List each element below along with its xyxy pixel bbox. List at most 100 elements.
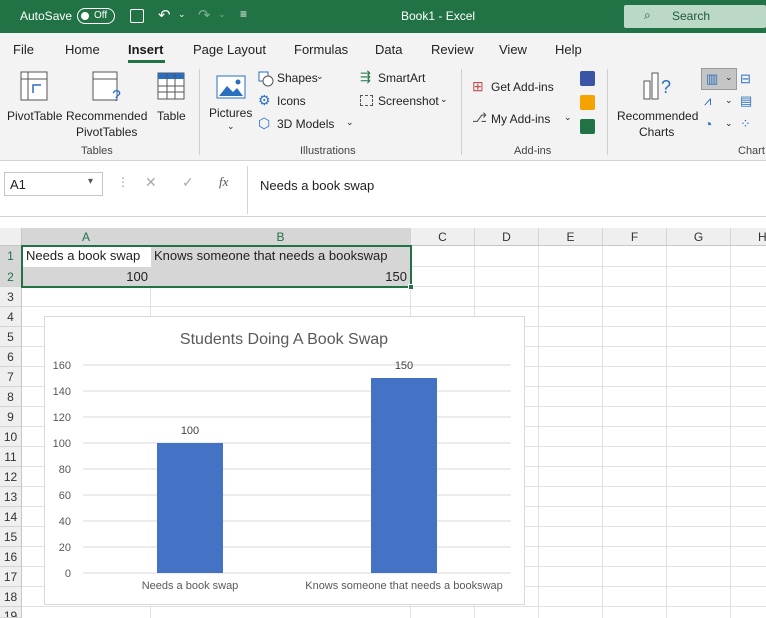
insert-function-icon[interactable]: fx [219, 174, 228, 190]
bing-icon[interactable] [580, 95, 595, 110]
recommended-pivottables-label-1: Recommended [66, 109, 148, 123]
y-tick-label: 0 [65, 568, 71, 580]
tab-data[interactable]: Data [375, 42, 402, 57]
recommended-pivottables-icon: ? [92, 71, 121, 103]
row-header-17[interactable]: 17 [0, 567, 22, 587]
name-box-value: A1 [10, 177, 26, 192]
tab-insert[interactable]: Insert [128, 42, 163, 57]
pie-chart-icon[interactable]: ◔ [704, 116, 712, 132]
pictures-button[interactable]: Pictures ⌄ [207, 71, 255, 139]
column-chart-button[interactable]: ▥ ⌄ [701, 68, 737, 90]
cube-icon: ⬡ [258, 115, 271, 131]
people-graph-icon[interactable] [580, 119, 595, 134]
smartart-button[interactable]: ⇶ SmartArt [360, 69, 440, 88]
row-header-7[interactable]: 7 [0, 367, 22, 387]
column-chart-icon: ▥ [706, 71, 719, 86]
undo-dropdown-icon[interactable]: ⌄ [178, 9, 186, 20]
search-box[interactable]: ⌕ Search [624, 5, 766, 28]
worksheet-grid: A B C D E F G H 1 2 3 4 5 6 7 8 9 10 11 … [0, 228, 766, 618]
cancel-icon[interactable]: ✕ [145, 174, 157, 191]
row-header-19[interactable]: 19 [0, 607, 22, 618]
row-header-10[interactable]: 10 [0, 427, 22, 447]
bar [371, 378, 437, 573]
row-header-5[interactable]: 5 [0, 327, 22, 347]
statistic-chart-icon[interactable]: ▤ [740, 93, 752, 109]
name-box-dropdown-icon[interactable]: ▾ [88, 176, 93, 187]
undo-icon[interactable]: ↶ [158, 6, 171, 24]
table-button[interactable]: Table [153, 67, 189, 137]
column-header-a[interactable]: A [22, 228, 151, 246]
get-add-ins-label: Get Add-ins [491, 80, 554, 94]
pivottable-button[interactable]: PivotTable [5, 67, 63, 137]
pivottable-icon [20, 71, 48, 101]
name-box[interactable]: A1 ▾ [4, 172, 103, 196]
row-header-9[interactable]: 9 [0, 407, 22, 427]
line-chart-icon[interactable]: ⩘ [704, 93, 711, 109]
pictures-label: Pictures [209, 106, 253, 120]
customize-qat-icon[interactable]: ≡ [240, 7, 247, 21]
row-header-8[interactable]: 8 [0, 387, 22, 407]
tab-file[interactable]: File [13, 42, 34, 57]
my-add-ins-label: My Add-ins [491, 112, 551, 126]
column-header-c[interactable]: C [411, 228, 475, 246]
ribbon-tabs: File Home Insert Page Layout Formulas Da… [0, 33, 766, 63]
tab-page-layout[interactable]: Page Layout [193, 42, 266, 57]
recommended-charts-button[interactable]: ? Recommended Charts [615, 67, 699, 139]
my-add-ins-button[interactable]: ⎇ My Add-ins ⌄ [472, 110, 572, 129]
enter-icon[interactable]: ✓ [182, 174, 194, 191]
column-header-f[interactable]: F [603, 228, 667, 246]
chart-area[interactable]: Students Doing A Book Swap 0 20 40 60 80 100 12… [44, 316, 525, 605]
tab-home[interactable]: Home [65, 42, 100, 57]
select-all-corner[interactable] [0, 228, 22, 246]
row-header-15[interactable]: 15 [0, 527, 22, 547]
recommended-charts-icon: ? [643, 72, 671, 100]
tab-formulas[interactable]: Formulas [294, 42, 348, 57]
3d-models-button[interactable]: ⬡ 3D Models ⌄ [258, 115, 354, 134]
visio-icon[interactable] [580, 71, 595, 86]
fill-handle[interactable] [408, 284, 414, 290]
scatter-chart-icon[interactable]: ⁘ [740, 116, 751, 132]
shapes-label: Shapes [277, 71, 318, 85]
redo-icon[interactable]: ↷ [198, 6, 211, 24]
column-header-d[interactable]: D [475, 228, 539, 246]
row-header-3[interactable]: 3 [0, 287, 22, 307]
row-header-11[interactable]: 11 [0, 447, 22, 467]
redo-dropdown-icon[interactable]: ⌄ [218, 9, 226, 20]
charts-group-label: Chart [738, 145, 765, 157]
recommended-charts-label-2: Charts [639, 125, 675, 139]
hierarchy-chart-icon[interactable]: ⊟ [740, 71, 751, 87]
tab-view[interactable]: View [499, 42, 527, 57]
row-header-18[interactable]: 18 [0, 587, 22, 607]
shapes-button[interactable]: Shapes ⌄ [258, 70, 328, 88]
screenshot-button[interactable]: Screenshot ⌄ [360, 93, 450, 111]
y-tick-label: 100 [53, 438, 71, 450]
screenshot-icon [360, 95, 373, 106]
screenshot-dropdown-icon: ⌄ [440, 94, 448, 104]
column-header-g[interactable]: G [667, 228, 731, 246]
chart-svg: Students Doing A Book Swap 0 20 40 60 80 100 12… [53, 331, 511, 592]
formula-input[interactable]: Needs a book swap [247, 166, 766, 214]
save-icon[interactable] [130, 9, 144, 23]
3d-models-label: 3D Models [277, 117, 335, 131]
row-header-14[interactable]: 14 [0, 507, 22, 527]
column-header-e[interactable]: E [539, 228, 603, 246]
line-chart-dropdown-icon[interactable]: ⌄ [725, 95, 733, 106]
row-header-4[interactable]: 4 [0, 307, 22, 327]
tab-help[interactable]: Help [555, 42, 582, 57]
y-tick-label: 140 [53, 386, 71, 398]
row-header-2[interactable]: 2 [0, 267, 22, 287]
row-header-6[interactable]: 6 [0, 347, 22, 367]
pie-chart-dropdown-icon[interactable]: ⌄ [725, 118, 733, 129]
column-header-b[interactable]: B [151, 228, 411, 246]
get-add-ins-button[interactable]: ⊞ Get Add-ins [472, 78, 562, 97]
recommended-pivottables-button[interactable]: ? Recommended PivotTables [64, 67, 150, 139]
formula-bar: A1 ▾ ⋮ ✕ ✓ fx Needs a book swap [0, 161, 766, 217]
row-header-16[interactable]: 16 [0, 547, 22, 567]
autosave-toggle[interactable]: Off [77, 8, 115, 24]
column-header-h[interactable]: H [731, 228, 766, 246]
row-header-12[interactable]: 12 [0, 467, 22, 487]
row-header-13[interactable]: 13 [0, 487, 22, 507]
icons-button[interactable]: ⚙ Icons [258, 92, 328, 111]
tab-review[interactable]: Review [431, 42, 474, 57]
row-header-1[interactable]: 1 [0, 246, 22, 267]
